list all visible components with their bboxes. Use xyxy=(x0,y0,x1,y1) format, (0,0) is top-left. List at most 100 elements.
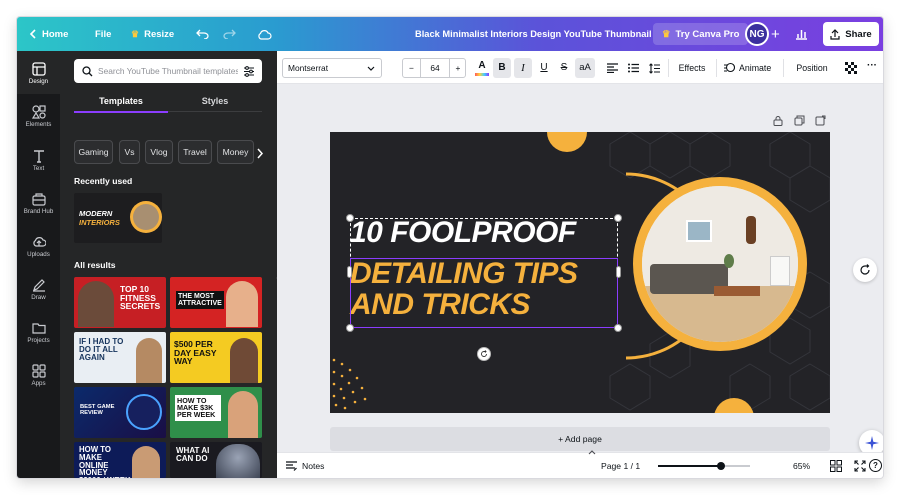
plant xyxy=(724,254,734,268)
rail-item-text[interactable]: Text xyxy=(17,149,60,189)
chip-money[interactable]: Money xyxy=(217,140,254,164)
effects-button[interactable]: Effects xyxy=(672,58,712,78)
file-label: File xyxy=(95,28,112,40)
resize-button[interactable]: ♛ Resize xyxy=(131,17,174,51)
avatar[interactable]: NG xyxy=(745,22,769,46)
undo-icon xyxy=(196,29,209,39)
zoom-slider-knob[interactable] xyxy=(716,462,725,470)
help-button[interactable]: ? xyxy=(869,459,882,472)
rail-item-uploads[interactable]: Uploads xyxy=(17,235,60,275)
page-indicator[interactable]: Page 1 / 1 xyxy=(601,453,640,478)
list-icon xyxy=(627,63,639,73)
refresh-icon xyxy=(860,264,870,275)
decrease-size-button[interactable]: − xyxy=(403,59,421,77)
resize-handle[interactable] xyxy=(614,324,622,332)
template-thumb[interactable]: WHAT AI CAN DO xyxy=(170,442,262,478)
thumb-text: MODERN xyxy=(79,209,113,218)
bar-chart-icon xyxy=(796,30,807,40)
chip-vlog[interactable]: Vlog xyxy=(145,140,173,164)
chevron-right-icon[interactable] xyxy=(256,146,264,164)
search-input[interactable]: Search YouTube Thumbnail templates xyxy=(74,59,262,83)
template-thumb[interactable]: $500 PER DAY EASY WAY xyxy=(170,332,262,383)
chip-vs[interactable]: Vs xyxy=(119,140,140,164)
resize-handle[interactable] xyxy=(346,214,354,222)
rail-item-draw[interactable]: Draw xyxy=(17,278,60,318)
chip-gaming[interactable]: Gaming xyxy=(74,140,113,164)
thumb-text: IF I HAD TO DO IT ALL AGAIN xyxy=(79,337,124,362)
undo-button[interactable] xyxy=(196,17,209,51)
chip-travel[interactable]: Travel xyxy=(178,140,212,164)
position-button[interactable]: Position xyxy=(789,58,835,78)
template-thumb[interactable]: THE MOST ATTRACTIVE xyxy=(170,277,262,328)
filter-icon[interactable] xyxy=(243,65,255,77)
italic-button[interactable]: I xyxy=(514,58,532,78)
try-canva-pro-button[interactable]: ♛ Try Canva Pro xyxy=(653,23,749,45)
add-page-icon[interactable] xyxy=(815,113,826,131)
share-button[interactable]: Share xyxy=(823,22,879,46)
letter-case-button[interactable]: aA xyxy=(575,58,595,78)
design-icon xyxy=(31,62,46,76)
home-button[interactable]: Home xyxy=(29,17,68,51)
rail-item-design[interactable]: Design xyxy=(17,51,60,94)
toolbar-divider xyxy=(783,59,784,77)
template-thumb[interactable]: HOW TO MAKE ONLINE MONEY $3000 / WEEK xyxy=(74,442,166,478)
font-size-stepper[interactable]: − 64 + xyxy=(402,58,466,78)
rail-item-apps[interactable]: Apps xyxy=(17,364,60,404)
rail-item-brand-hub[interactable]: Brand Hub xyxy=(17,192,60,232)
resize-handle[interactable] xyxy=(346,324,354,332)
template-thumb[interactable]: HOW TO MAKE $3K PER WEEK xyxy=(170,387,262,438)
notes-button[interactable]: Notes xyxy=(286,453,324,478)
increase-size-button[interactable]: + xyxy=(449,59,466,77)
bold-button[interactable]: B xyxy=(493,58,511,78)
duplicate-page-icon[interactable] xyxy=(794,113,805,131)
design-page[interactable]: 10 FOOLPROOF DETAILING TIPS AND TRICKS xyxy=(330,132,830,413)
resize-handle[interactable] xyxy=(614,214,622,222)
tab-templates[interactable]: Templates xyxy=(74,91,168,113)
chevron-up-icon[interactable] xyxy=(588,447,596,457)
add-page-button[interactable]: + Add page xyxy=(330,427,830,451)
apps-icon xyxy=(31,364,46,378)
template-thumb[interactable]: BEST GAME REVIEW xyxy=(74,387,166,438)
list-button[interactable] xyxy=(624,58,642,78)
resize-handle-side[interactable] xyxy=(616,266,621,278)
rotate-handle[interactable] xyxy=(477,347,491,361)
zoom-level[interactable]: 65% xyxy=(793,453,810,478)
font-family-select[interactable]: Montserrat xyxy=(282,58,382,78)
font-size-value[interactable]: 64 xyxy=(421,59,449,77)
cloud-save-button[interactable] xyxy=(257,17,272,51)
add-collaborator-button[interactable]: + xyxy=(771,17,780,51)
insights-button[interactable] xyxy=(795,17,808,51)
strikethrough-button[interactable]: S xyxy=(555,58,573,78)
template-thumb[interactable]: IF I HAD TO DO IT ALL AGAIN xyxy=(74,332,166,383)
editor-toolbar: Montserrat − 64 + A B I U S aA Effects A… xyxy=(277,51,883,84)
rail-item-elements[interactable]: Elements xyxy=(17,105,60,145)
animate-button[interactable]: Animate xyxy=(724,58,778,78)
lock-icon[interactable] xyxy=(773,113,783,131)
rail-label: Brand Hub xyxy=(23,208,54,215)
thumb-text: WHAT AI CAN DO xyxy=(176,446,210,463)
template-thumb[interactable]: TOP 10 FITNESS SECRETS xyxy=(74,277,166,328)
rail-item-projects[interactable]: Projects xyxy=(17,321,60,361)
text-icon xyxy=(33,150,44,163)
text-color-button[interactable]: A xyxy=(473,58,491,78)
rail-label: Elements xyxy=(25,121,52,128)
refresh-button[interactable] xyxy=(853,258,877,282)
rail-label: Projects xyxy=(27,337,50,344)
resize-label: Resize xyxy=(144,28,175,40)
spacing-button[interactable] xyxy=(645,58,663,78)
redo-button[interactable] xyxy=(223,17,236,51)
recent-template-thumb[interactable]: MODERN INTERIORS xyxy=(74,193,162,243)
file-menu[interactable]: File xyxy=(95,17,111,51)
more-options-button[interactable]: ··· xyxy=(864,58,880,78)
document-title[interactable]: Black Minimalist Interiors Design YouTub… xyxy=(415,17,652,51)
resize-handle-side[interactable] xyxy=(347,266,352,278)
underline-button[interactable]: U xyxy=(535,58,553,78)
grid-view-icon[interactable] xyxy=(830,460,842,474)
fullscreen-icon[interactable] xyxy=(854,460,866,474)
transparency-button[interactable] xyxy=(843,58,859,78)
zoom-slider[interactable] xyxy=(658,462,750,470)
crown-icon: ♛ xyxy=(131,28,140,39)
align-button[interactable] xyxy=(603,58,621,78)
tab-styles[interactable]: Styles xyxy=(168,91,262,112)
person-image xyxy=(230,338,258,383)
